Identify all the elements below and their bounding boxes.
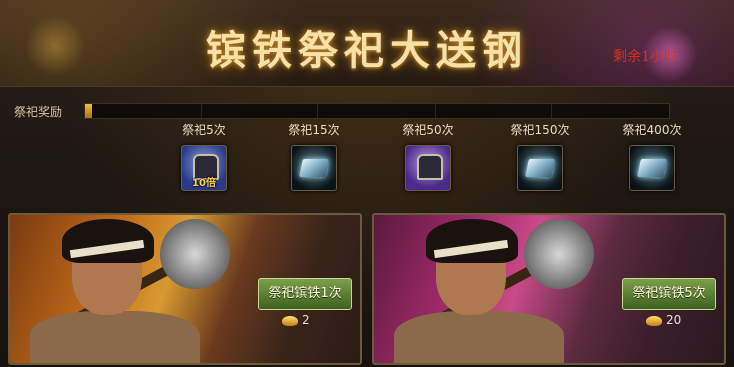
steel-ingot-icon[interactable] bbox=[291, 145, 337, 191]
milestone-50: 祭祀50次 bbox=[388, 122, 468, 191]
milestone-400: 祭祀400次 bbox=[612, 122, 692, 191]
milestone-label: 祭祀150次 bbox=[510, 123, 570, 137]
cost-display: 20 bbox=[646, 313, 681, 329]
multiplier-badge: 10倍 bbox=[192, 178, 216, 189]
event-window: 镔铁祭祀大送钢 剩余1小时 祭祀奖励 祭祀5次 10倍 祭祀15次 祭祀50次 … bbox=[0, 0, 734, 367]
progress-fill bbox=[85, 104, 92, 118]
sacrifice-panel-5: 祭祀镔铁5次 20 bbox=[372, 213, 726, 365]
remaining-time: 剩余1小时 bbox=[613, 49, 678, 65]
gold-ingot-icon bbox=[646, 315, 662, 326]
sacrifice-once-button[interactable]: 祭祀镔铁1次 bbox=[258, 278, 352, 310]
axe-icon bbox=[160, 219, 230, 289]
milestone-15: 祭祀15次 bbox=[274, 122, 354, 191]
milestone-150: 祭祀150次 bbox=[500, 122, 580, 191]
milestone-label: 祭祀50次 bbox=[402, 123, 454, 137]
sacrifice-five-button[interactable]: 祭祀镔铁5次 bbox=[622, 278, 716, 310]
milestone-label: 祭祀15次 bbox=[288, 123, 340, 137]
axe-icon bbox=[524, 219, 594, 289]
cost-value: 2 bbox=[302, 313, 310, 327]
progress-label: 祭祀奖励 bbox=[14, 105, 63, 119]
cost-display: 2 bbox=[282, 313, 310, 329]
milestone-5: 祭祀5次 10倍 bbox=[164, 122, 244, 191]
sacrifice-panel-1: 祭祀镔铁1次 2 bbox=[8, 213, 362, 365]
milestone-label: 祭祀5次 bbox=[182, 123, 226, 137]
event-header: 镔铁祭祀大送钢 剩余1小时 bbox=[0, 0, 734, 87]
steel-ingot-icon[interactable] bbox=[629, 145, 675, 191]
treasure-chest-icon[interactable]: 10倍 bbox=[181, 145, 227, 191]
milestone-label: 祭祀400次 bbox=[622, 123, 682, 137]
steel-ingot-icon[interactable] bbox=[517, 145, 563, 191]
progress-bar bbox=[84, 103, 670, 119]
gold-ingot-icon bbox=[282, 315, 298, 326]
cost-value: 20 bbox=[666, 313, 682, 327]
treasure-chest-icon[interactable] bbox=[405, 145, 451, 191]
